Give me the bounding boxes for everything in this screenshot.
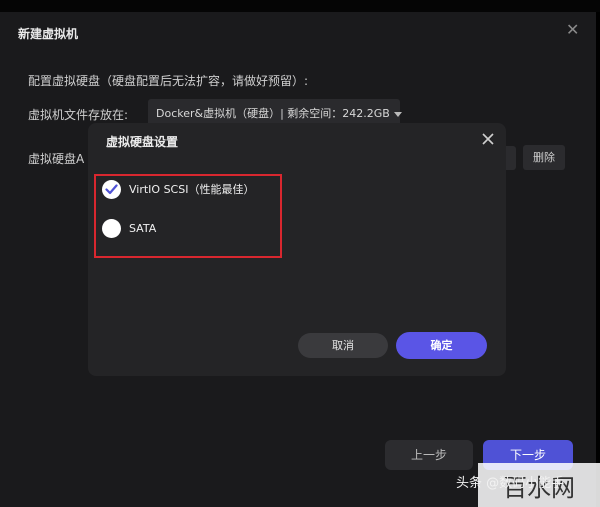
radio-icon[interactable] — [102, 218, 121, 238]
cancel-button[interactable]: 取消 — [298, 333, 388, 358]
confirm-button[interactable]: 确定 — [396, 332, 487, 359]
option-label: SATA — [129, 221, 157, 235]
window-title: 新建虚拟机 — [18, 27, 79, 41]
storage-location-select[interactable]: Docker&虚拟机（硬盘）| 剩余空间：242.2GB — [148, 99, 402, 126]
close-icon[interactable]: ✕ — [566, 22, 579, 38]
option-sata[interactable]: SATA — [102, 218, 156, 238]
disk-config-hint: 配置虚拟硬盘（硬盘配置后无法扩容，请做好预留）: — [28, 74, 309, 88]
delete-disk-button[interactable]: 删除 — [523, 145, 565, 170]
virtual-disk-label: 虚拟硬盘A — [28, 152, 85, 166]
option-virtio-scsi[interactable]: VirtIO SCSI（性能最佳） — [102, 179, 254, 199]
storage-location-value: Docker&虚拟机（硬盘）| 剩余空间：242.2GB — [156, 107, 390, 120]
top-strip — [0, 0, 600, 12]
close-icon[interactable] — [480, 131, 496, 147]
storage-location-label: 虚拟机文件存放在: — [28, 108, 129, 122]
dialog-title: 虚拟硬盘设置 — [106, 135, 179, 149]
virtual-disk-settings-dialog: 虚拟硬盘设置 VirtIO SCSI（性能最佳） SATA 取消 确定 — [88, 123, 506, 376]
option-label: VirtIO SCSI（性能最佳） — [129, 183, 255, 196]
checked-radio-icon[interactable] — [102, 179, 121, 199]
previous-step-button[interactable]: 上一步 — [385, 440, 473, 470]
chevron-down-icon — [393, 111, 402, 117]
watermark-text: 头条 @数码小能手 — [456, 476, 565, 491]
